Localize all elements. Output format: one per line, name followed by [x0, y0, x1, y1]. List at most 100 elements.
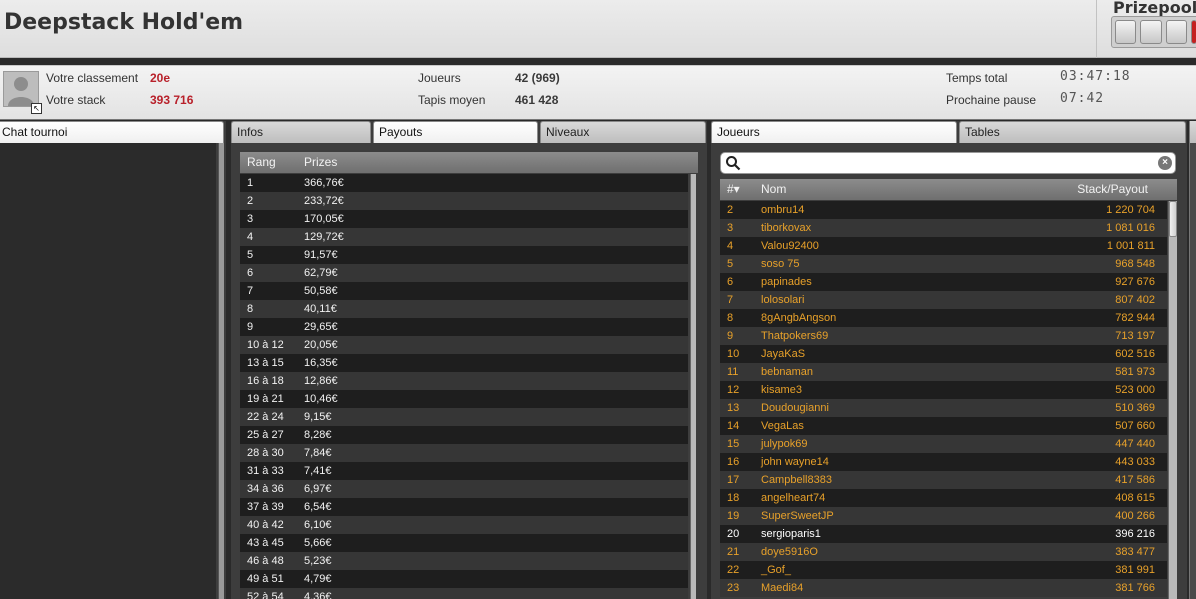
- prize-cell: 20,05€: [304, 339, 338, 351]
- rank-cell: 1: [247, 177, 254, 189]
- tab-tables[interactable]: Tables: [959, 121, 1186, 143]
- table-row[interactable]: 17 Campbell8383 417 586: [720, 471, 1167, 489]
- stack-cell: 443 033: [1115, 456, 1155, 468]
- position-cell: 10: [727, 348, 740, 360]
- player-name-cell: bebnaman: [761, 366, 813, 378]
- table-row: 25 à 27 8,28€: [240, 426, 688, 444]
- avg-stack-value: 461 428: [515, 93, 559, 107]
- rank-cell: 5: [247, 249, 254, 261]
- tab-niveaux[interactable]: Niveaux: [540, 121, 706, 143]
- col-name-header[interactable]: Nom: [761, 182, 786, 196]
- table-row[interactable]: 15 julypok69 447 440: [720, 435, 1167, 453]
- table-row[interactable]: 7 lolosolari 807 402: [720, 291, 1167, 309]
- position-cell: 7: [727, 294, 734, 306]
- col-num-header[interactable]: #▾: [727, 182, 740, 196]
- prize-cell: 5,66€: [304, 537, 332, 549]
- tab-chat[interactable]: Chat tournoi: [0, 121, 224, 143]
- player-name-cell: angelheart74: [761, 492, 826, 504]
- player-name-cell: john wayne14: [761, 456, 829, 468]
- stack-cell: 510 369: [1115, 402, 1155, 414]
- stack-cell: 383 477: [1115, 546, 1155, 558]
- players-table-header: #▾ Nom Stack/Payout: [720, 179, 1177, 200]
- table-row: 43 à 45 5,66€: [240, 534, 688, 552]
- prizepool-label: Prizepool (1: [1113, 0, 1196, 17]
- table-row[interactable]: 10 JayaKaS 602 516: [720, 345, 1167, 363]
- table-row[interactable]: 5 soso 75 968 548: [720, 255, 1167, 273]
- prize-cell: 6,54€: [304, 501, 332, 513]
- stack-cell: 523 000: [1115, 384, 1155, 396]
- search-icon: [726, 156, 741, 171]
- table-row: 2 233,72€: [240, 192, 688, 210]
- prizepool-counter: [1111, 16, 1196, 48]
- table-row[interactable]: 8 8gAngbAngson 782 944: [720, 309, 1167, 327]
- open-profile-icon[interactable]: ↖: [31, 103, 42, 114]
- prize-cell: 62,79€: [304, 267, 338, 279]
- player-name-cell: Doudougianni: [761, 402, 829, 414]
- player-search-input[interactable]: ×: [720, 152, 1176, 174]
- table-row[interactable]: 18 angelheart74 408 615: [720, 489, 1167, 507]
- side-panel-tab[interactable]: [1190, 121, 1196, 143]
- side-panel-edge: [1189, 121, 1196, 599]
- prize-cell: 4,79€: [304, 573, 332, 585]
- table-row: 3 170,05€: [240, 210, 688, 228]
- table-row: 7 50,58€: [240, 282, 688, 300]
- table-row: 40 à 42 6,10€: [240, 516, 688, 534]
- table-row[interactable]: 4 Valou92400 1 001 811: [720, 237, 1167, 255]
- stack-cell: 400 266: [1115, 510, 1155, 522]
- table-row[interactable]: 11 bebnaman 581 973: [720, 363, 1167, 381]
- table-row[interactable]: 2 ombru14 1 220 704: [720, 201, 1167, 219]
- rank-cell: 19 à 21: [247, 393, 284, 405]
- user-silhouette-icon: [8, 77, 34, 106]
- table-row[interactable]: 3 tiborkovax 1 081 016: [720, 219, 1167, 237]
- col-rank-header[interactable]: Rang: [247, 155, 276, 169]
- table-row: 22 à 24 9,15€: [240, 408, 688, 426]
- tab-joueurs[interactable]: Joueurs: [711, 121, 957, 143]
- rank-cell: 46 à 48: [247, 555, 284, 567]
- table-row: 52 à 54 4,36€: [240, 588, 688, 599]
- prize-cell: 12,86€: [304, 375, 338, 387]
- table-row[interactable]: 21 doye5916O 383 477: [720, 543, 1167, 561]
- table-row: 37 à 39 6,54€: [240, 498, 688, 516]
- table-row[interactable]: 19 SuperSweetJP 400 266: [720, 507, 1167, 525]
- table-row[interactable]: 23 Maedi84 381 766: [720, 579, 1167, 597]
- table-row: 28 à 30 7,84€: [240, 444, 688, 462]
- avatar[interactable]: ↖: [3, 71, 42, 114]
- prize-cell: 9,15€: [304, 411, 332, 423]
- col-stack-header[interactable]: Stack/Payout: [1077, 182, 1148, 196]
- chat-scrollbar[interactable]: [218, 143, 224, 599]
- rank-cell: 13 à 15: [247, 357, 284, 369]
- players-scrollbar[interactable]: [1168, 201, 1177, 599]
- table-row-current-player[interactable]: 20 sergioparis1 396 216: [720, 525, 1167, 543]
- tab-payouts[interactable]: Payouts: [373, 121, 538, 143]
- next-break-value: 07:42: [1060, 91, 1105, 106]
- player-name-cell: julypok69: [761, 438, 808, 450]
- tab-infos[interactable]: Infos: [231, 121, 371, 143]
- table-row[interactable]: 9 Thatpokers69 713 197: [720, 327, 1167, 345]
- player-name-cell: soso 75: [761, 258, 800, 270]
- payouts-scrollbar[interactable]: [690, 174, 696, 599]
- table-row[interactable]: 6 papinades 927 676: [720, 273, 1167, 291]
- table-row[interactable]: 16 john wayne14 443 033: [720, 453, 1167, 471]
- player-name-cell: SuperSweetJP: [761, 510, 834, 522]
- prize-cell: 7,41€: [304, 465, 332, 477]
- scrollbar-thumb[interactable]: [1169, 201, 1177, 237]
- position-cell: 6: [727, 276, 734, 288]
- total-time-label: Temps total: [946, 71, 1008, 85]
- position-cell: 14: [727, 420, 740, 432]
- table-row: 5 91,57€: [240, 246, 688, 264]
- player-name-cell: _Gof_: [761, 564, 791, 576]
- chat-area[interactable]: [0, 143, 216, 599]
- col-prize-header[interactable]: Prizes: [304, 155, 337, 169]
- table-row[interactable]: 14 VegaLas 507 660: [720, 417, 1167, 435]
- table-row[interactable]: 22 _Gof_ 381 991: [720, 561, 1167, 579]
- rank-cell: 9: [247, 321, 254, 333]
- table-row[interactable]: 12 kisame3 523 000: [720, 381, 1167, 399]
- prize-cell: 366,76€: [304, 177, 344, 189]
- counter-digit: [1191, 20, 1196, 44]
- rank-cell: 43 à 45: [247, 537, 284, 549]
- table-row[interactable]: 13 Doudougianni 510 369: [720, 399, 1167, 417]
- rank-cell: 7: [247, 285, 254, 297]
- rank-cell: 16 à 18: [247, 375, 284, 387]
- rank-cell: 25 à 27: [247, 429, 284, 441]
- clear-search-icon[interactable]: ×: [1158, 156, 1172, 170]
